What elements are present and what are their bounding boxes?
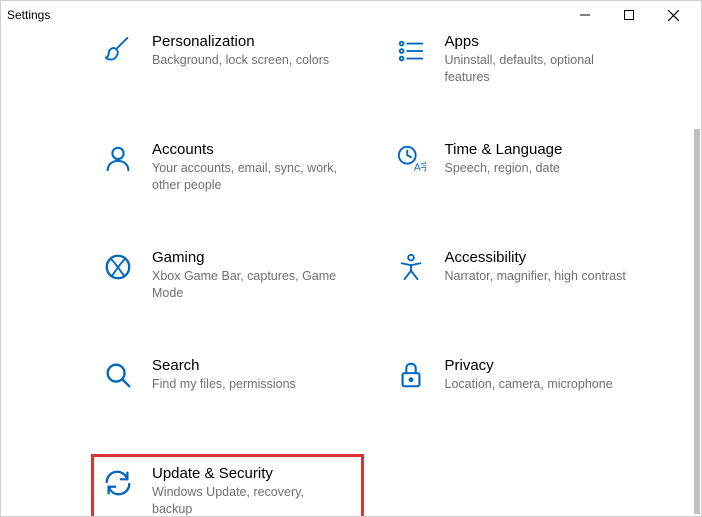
tile-accounts[interactable]: Accounts Your accounts, email, sync, wor… [96, 135, 359, 203]
scrollbar-thumb[interactable] [694, 129, 700, 514]
tile-desc: Windows Update, recovery, backup [152, 484, 342, 516]
tile-update-security[interactable]: Update & Security Windows Update, recove… [96, 459, 359, 516]
tile-title: Update & Security [152, 465, 342, 482]
tile-title: Time & Language [445, 141, 635, 158]
tile-apps[interactable]: Apps Uninstall, defaults, optional featu… [389, 29, 652, 95]
time-language-icon: A字 [395, 143, 427, 175]
settings-content: Personalization Background, lock screen,… [1, 29, 691, 516]
tile-title: Apps [445, 33, 635, 50]
accessibility-icon [395, 251, 427, 283]
tile-accessibility[interactable]: Accessibility Narrator, magnifier, high … [389, 243, 652, 311]
tile-title: Personalization [152, 33, 342, 50]
xbox-icon [102, 251, 134, 283]
close-button[interactable] [651, 1, 695, 29]
titlebar: Settings [1, 1, 701, 29]
tile-desc: Xbox Game Bar, captures, Game Mode [152, 268, 342, 302]
lock-icon [395, 359, 427, 391]
tile-desc: Speech, region, date [445, 160, 635, 177]
window-controls [563, 1, 695, 29]
tile-gaming[interactable]: Gaming Xbox Game Bar, captures, Game Mod… [96, 243, 359, 311]
window-title: Settings [7, 8, 50, 22]
tile-desc: Find my files, permissions [152, 376, 342, 393]
empty-cell [389, 459, 652, 516]
person-icon [102, 143, 134, 175]
minimize-button[interactable] [563, 1, 607, 29]
tile-privacy[interactable]: Privacy Location, camera, microphone [389, 351, 652, 419]
tile-desc: Uninstall, defaults, optional features [445, 52, 635, 86]
tile-personalization[interactable]: Personalization Background, lock screen,… [96, 29, 359, 95]
tile-title: Accessibility [445, 249, 635, 266]
tile-title: Accounts [152, 141, 342, 158]
tile-desc: Background, lock screen, colors [152, 52, 342, 69]
tile-title: Privacy [445, 357, 635, 374]
paintbrush-icon [102, 35, 134, 67]
search-icon [102, 359, 134, 391]
tile-time-language[interactable]: A字 Time & Language Speech, region, date [389, 135, 652, 203]
maximize-button[interactable] [607, 1, 651, 29]
sync-arrows-icon [102, 467, 134, 499]
tile-desc: Location, camera, microphone [445, 376, 635, 393]
apps-list-icon [395, 35, 427, 67]
tile-search[interactable]: Search Find my files, permissions [96, 351, 359, 419]
tile-desc: Narrator, magnifier, high contrast [445, 268, 635, 285]
tile-desc: Your accounts, email, sync, work, other … [152, 160, 342, 194]
tile-title: Search [152, 357, 342, 374]
svg-text:A字: A字 [413, 160, 425, 173]
tile-title: Gaming [152, 249, 342, 266]
scrollbar[interactable] [692, 29, 700, 512]
settings-grid: Personalization Background, lock screen,… [1, 29, 691, 516]
